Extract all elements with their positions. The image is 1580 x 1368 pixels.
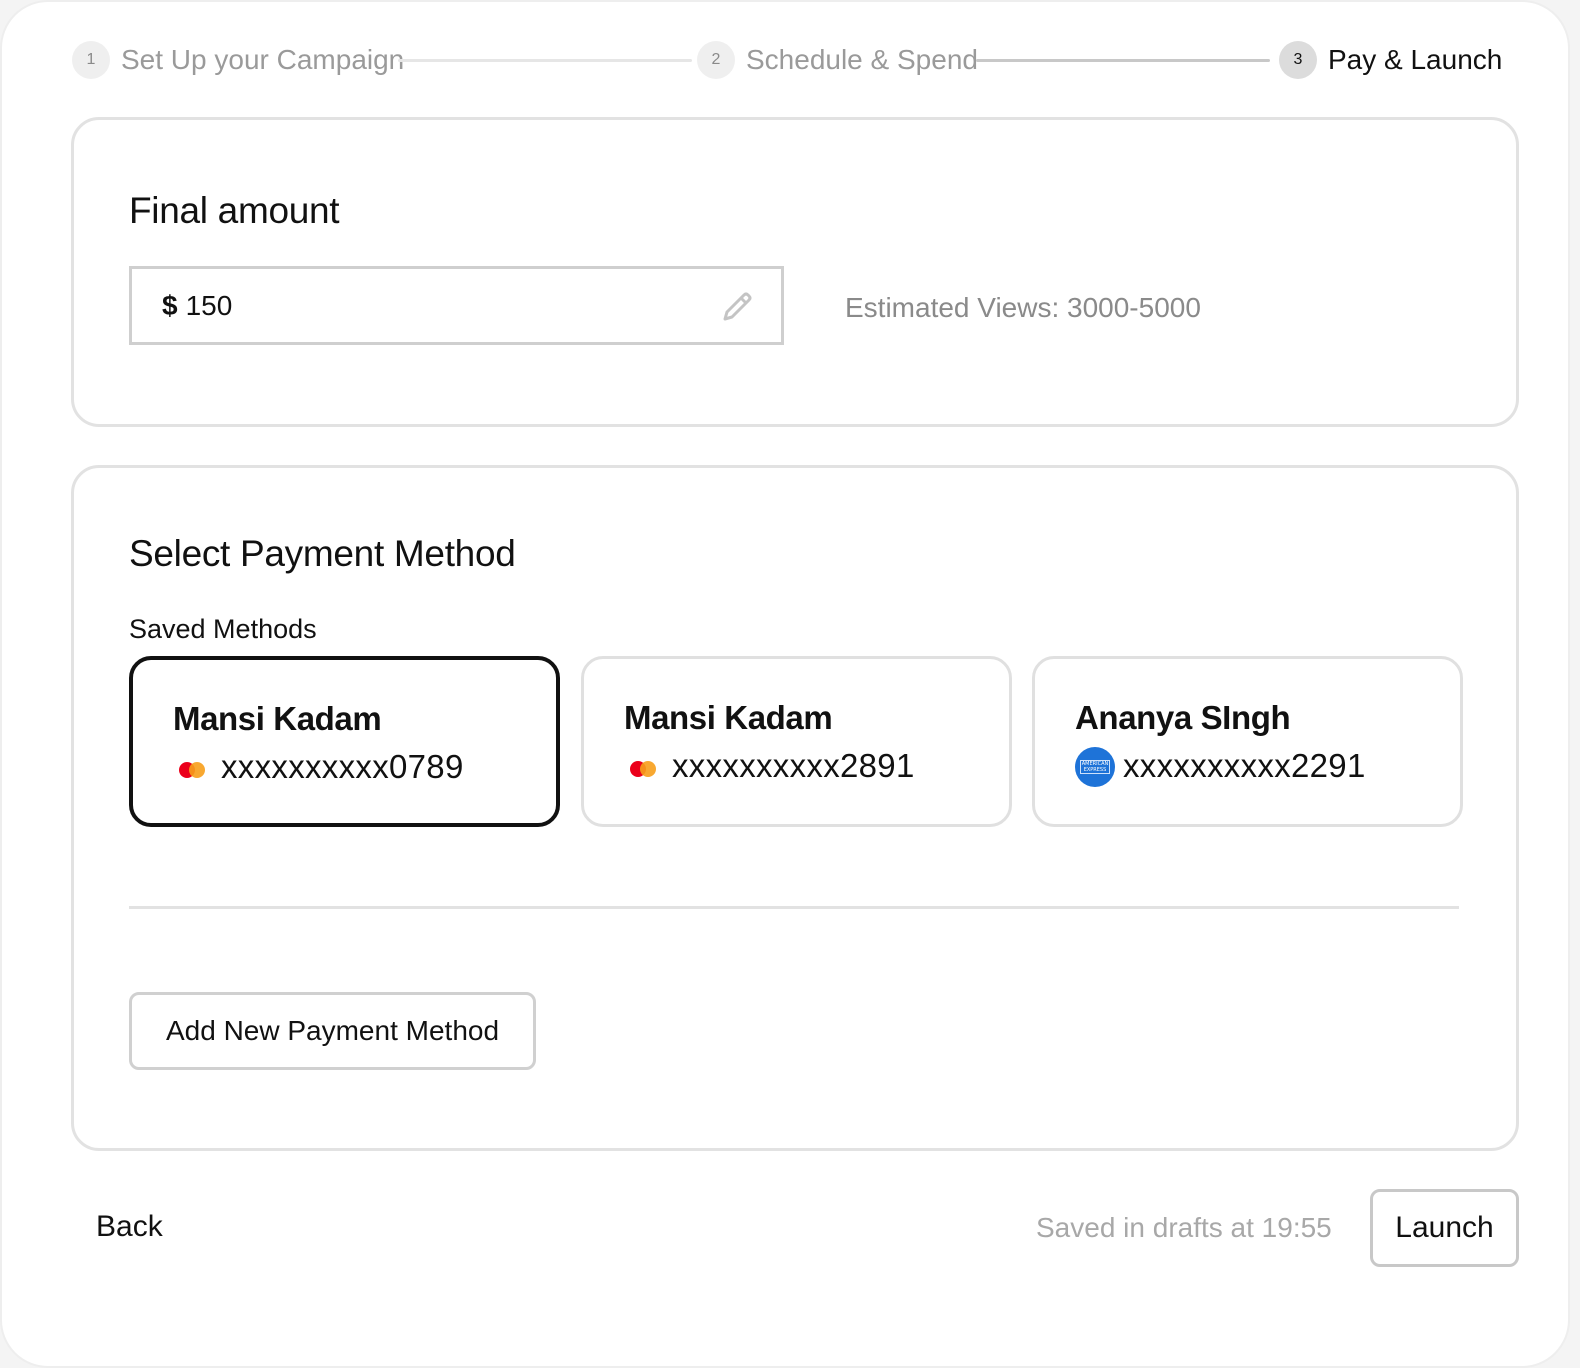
step-number: 2: [697, 41, 735, 79]
step-schedule-spend[interactable]: 2 Schedule & Spend: [697, 40, 978, 80]
cardholder-name: Mansi Kadam: [624, 699, 833, 736]
step-number: 1: [72, 41, 110, 79]
step-label: Schedule & Spend: [746, 44, 978, 75]
step-connector: [976, 59, 1270, 62]
card-number: xxxxxxxxxx2891: [672, 747, 915, 784]
mastercard-icon: [630, 761, 656, 777]
step-pay-launch[interactable]: 3 Pay & Launch: [1279, 40, 1502, 80]
saved-methods-label: Saved Methods: [129, 614, 317, 644]
progress-stepper: 1 Set Up your Campaign 2 Schedule & Spen…: [72, 40, 1502, 80]
cardholder-name: Ananya SIngh: [1075, 699, 1291, 736]
payment-method-title: Select Payment Method: [129, 533, 516, 574]
final-amount-card: Final amount $ 150 Estimated Views: 3000…: [71, 117, 1519, 427]
amount-value: 150: [185, 289, 233, 321]
payment-method-card: Select Payment Method Saved Methods Mans…: [71, 465, 1519, 1151]
currency-symbol: $: [162, 289, 178, 321]
mastercard-icon: [179, 762, 205, 778]
saved-method-card[interactable]: Mansi Kadam xxxxxxxxxx0789: [129, 656, 560, 827]
step-connector: [398, 59, 692, 62]
step-label: Pay & Launch: [1328, 44, 1503, 75]
card-number: xxxxxxxxxx0789: [221, 748, 464, 785]
card-number: xxxxxxxxxx2291: [1123, 747, 1366, 784]
amount-field[interactable]: $ 150: [129, 266, 784, 345]
step-number: 3: [1279, 41, 1317, 79]
pencil-icon[interactable]: [719, 289, 755, 325]
launch-button[interactable]: Launch: [1370, 1189, 1519, 1267]
step-set-up-campaign[interactable]: 1 Set Up your Campaign: [72, 40, 404, 80]
step-label: Set Up your Campaign: [121, 44, 405, 75]
app-window: 1 Set Up your Campaign 2 Schedule & Spen…: [0, 0, 1570, 1368]
section-divider: [129, 906, 1459, 909]
cardholder-name: Mansi Kadam: [173, 700, 382, 737]
estimated-views: Estimated Views: 3000-5000: [845, 292, 1201, 323]
add-payment-method-button[interactable]: Add New Payment Method: [129, 992, 536, 1070]
saved-method-card[interactable]: Mansi Kadam xxxxxxxxxx2891: [581, 656, 1012, 827]
amex-icon: AMERICAN EXPRESS: [1075, 747, 1115, 787]
back-button[interactable]: Back: [96, 1210, 163, 1244]
saved-method-card[interactable]: Ananya SIngh AMERICAN EXPRESS xxxxxxxxxx2…: [1032, 656, 1463, 827]
final-amount-title: Final amount: [129, 190, 340, 231]
draft-saved-status: Saved in drafts at 19:55: [1036, 1212, 1332, 1243]
